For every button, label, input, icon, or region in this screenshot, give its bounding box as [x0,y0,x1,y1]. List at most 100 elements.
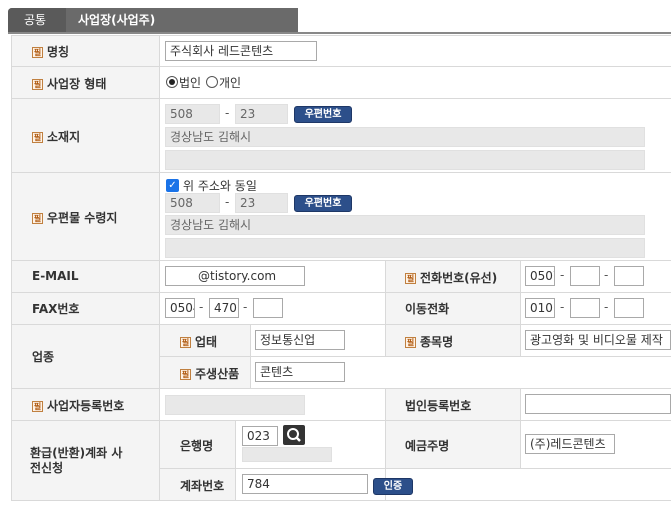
grid-line [11,324,671,325]
mobile2-field[interactable] [570,298,600,318]
corp-reg-no-label: 법인등록번호 [405,399,472,413]
bank-name-display [242,447,332,462]
grid-line [385,324,386,356]
radio-corporation-label: 법인 [179,76,202,90]
address-line2-field[interactable] [165,150,645,170]
required-icon: 필 [32,132,43,143]
biz-reg-no-field[interactable] [165,395,305,415]
grid-line [159,35,160,500]
mail-line2-field[interactable] [165,238,645,258]
item-category-field[interactable]: 광고영화 및 비디오물 제작 [525,330,671,350]
phone-dash: - [604,268,609,282]
same-address-label: 위 주소와 동일 [183,179,257,193]
grid-line [11,420,671,421]
phone-label-text: 전화번호(유선) [420,271,498,285]
address-label-text: 소재지 [47,130,81,144]
mail-address-label-text: 우편물 수령지 [47,211,118,225]
biz-type-label-text: 사업장 형태 [47,77,107,91]
grid-line [11,35,12,500]
label-column-bg [11,35,159,500]
mail-line1-field[interactable]: 경상남도 김해시 [165,215,645,235]
account-no-label: 계좌번호 [180,479,225,493]
bank-search-button[interactable] [283,425,305,445]
grid-line [160,468,671,469]
required-icon: 필 [32,47,43,58]
fax2-field[interactable]: 470 [209,298,239,318]
biz-type-label: 필 사업장 형태 [32,75,106,92]
mail-zip1-field[interactable]: 508 [165,193,220,213]
phone-dash: - [560,268,565,282]
mobile-dash: - [604,300,609,314]
grid-line [250,324,251,388]
name-label-text: 명칭 [47,45,70,59]
depositor-label: 예금주명 [405,439,450,453]
name-field[interactable]: 주식회사 레드콘텐츠 [165,41,317,61]
grid-line [235,420,236,500]
item-category-label-text: 종목명 [420,335,454,349]
fax-label: FAX번호 [32,302,80,316]
grid-line [520,324,521,356]
name-label: 필 명칭 [32,43,69,60]
phone3-field[interactable] [614,266,644,286]
fax-dash: - [243,300,248,314]
required-icon: 필 [405,337,416,348]
main-product-label-text: 주생산품 [195,367,240,381]
mobile-dash: - [560,300,565,314]
required-icon: 필 [180,369,191,380]
grid-line [520,388,521,468]
mail-zip-search-button[interactable]: 우편번호 [294,195,352,212]
mail-zip2-field[interactable]: 23 [235,193,288,213]
fax-dash: - [199,300,204,314]
account-no-field[interactable]: 784 [242,474,368,494]
mail-address-label: 필 우편물 수령지 [32,209,117,226]
grid-line [11,172,671,173]
grid-line [11,260,671,261]
zip-dash: - [225,195,230,209]
grid-line [160,356,671,357]
biz-reg-no-label: 필 사업자등록번호 [32,397,124,414]
email-label: E-MAIL [32,269,79,283]
tab-separator [56,8,66,32]
search-icon [287,428,301,442]
grid-line [11,500,671,501]
email-value: @tistory.com [198,269,277,283]
business-category-label-text: 업태 [195,335,218,349]
tab-underline [8,32,671,34]
fax3-field[interactable] [253,298,283,318]
required-icon: 필 [405,273,416,284]
business-category-field[interactable]: 정보통신업 [255,330,345,350]
address-zip1-field[interactable]: 508 [165,104,220,124]
address-zip-search-button[interactable]: 우편번호 [294,106,352,123]
business-category-label: 필 업태 [180,333,217,350]
radio-corporation[interactable] [166,76,178,88]
required-icon: 필 [180,337,191,348]
depositor-field[interactable]: (주)레드콘텐츠 [525,434,615,454]
main-product-label: 필 주생산품 [180,365,239,382]
fax1-field[interactable]: 0504 [165,298,195,318]
phone1-field[interactable]: 0507 [525,266,555,286]
main-product-field[interactable]: 콘텐츠 [255,362,345,382]
required-icon: 필 [32,401,43,412]
grid-line [11,35,671,36]
refund-account-label: 환급(반환)계좌 사전신청 [30,446,123,475]
grid-line [11,98,671,99]
address-label: 필 소재지 [32,128,80,145]
verify-button[interactable]: 인증 [373,478,413,495]
phone2-field[interactable] [570,266,600,286]
mobile1-field[interactable]: 010 [525,298,555,318]
grid-line [385,260,386,324]
mobile-label: 이동전화 [405,302,450,316]
address-line1-field[interactable]: 경상남도 김해시 [165,127,645,147]
mobile3-field[interactable] [614,298,644,318]
radio-individual[interactable] [206,76,218,88]
radio-individual-label: 개인 [219,76,242,90]
item-category-label: 필 종목명 [405,333,453,350]
bank-code-field[interactable]: 023 [242,426,278,446]
email-field[interactable]: @tistory.com [165,266,305,286]
corp-reg-no-field[interactable] [525,394,671,414]
tab-business-owner[interactable]: 사업장(사업주) [78,8,155,32]
address-zip2-field[interactable]: 23 [235,104,288,124]
grid-line [11,292,671,293]
required-icon: 필 [32,79,43,90]
same-address-checkbox[interactable]: ✓ [166,179,179,192]
